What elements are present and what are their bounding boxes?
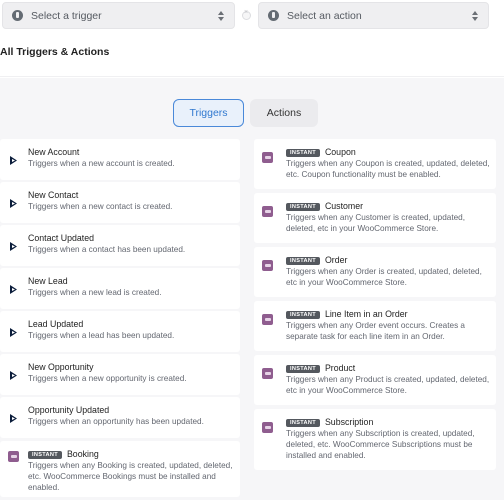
- woocommerce-icon: [262, 314, 273, 325]
- card-description: Triggers when a new opportunity is creat…: [28, 374, 187, 383]
- instant-badge: INSTANT: [286, 365, 320, 373]
- card-title-text: Line Item in an Order: [324, 309, 408, 319]
- card-title: INSTANT Order: [286, 255, 347, 265]
- card-title: New Contact: [28, 190, 79, 200]
- card-title-text: Order: [324, 255, 348, 265]
- trigger-card[interactable]: INSTANT Line Item in an Order Triggers wh…: [254, 301, 496, 351]
- card-title-text: Coupon: [324, 147, 356, 157]
- card-title: INSTANT Booking: [28, 449, 99, 459]
- card-title-text: Booking: [66, 449, 99, 459]
- trigger-card[interactable]: Contact Updated Triggers when a contact …: [0, 225, 240, 266]
- card-description: Triggers when a lead has been updated.: [28, 331, 175, 340]
- instant-badge: INSTANT: [286, 203, 320, 211]
- trigger-card[interactable]: New Account Triggers when a new account …: [0, 139, 240, 180]
- card-description: Triggers when an opportunity has been up…: [28, 417, 204, 426]
- woocommerce-icon: [262, 152, 273, 163]
- dynamics-icon: [10, 414, 17, 423]
- dynamics-icon: [10, 328, 17, 337]
- card-description: Triggers when any Customer is created, u…: [286, 213, 466, 233]
- woocommerce-icon: [8, 451, 19, 462]
- trigger-card[interactable]: INSTANT Coupon Triggers when any Coupon i…: [254, 139, 496, 189]
- card-description: Triggers when any Coupon is created, upd…: [286, 159, 490, 179]
- card-title-text: Product: [324, 363, 356, 373]
- card-description: Triggers when a contact has been updated…: [28, 245, 186, 254]
- card-description: Triggers when a new contact is created.: [28, 202, 173, 211]
- tab-actions[interactable]: Actions: [250, 99, 318, 127]
- divider: [0, 76, 504, 77]
- trigger-card[interactable]: INSTANT Product Triggers when any Product…: [254, 355, 496, 405]
- card-title: New Account: [28, 147, 80, 157]
- card-title: INSTANT Coupon: [286, 147, 356, 157]
- card-title: Opportunity Updated: [28, 405, 110, 415]
- instant-badge: INSTANT: [28, 451, 62, 459]
- card-description: Triggers when any Order event occurs. Cr…: [286, 321, 465, 341]
- action-select-placeholder: Select an action: [287, 9, 362, 22]
- card-description: Triggers when any Booking is created, up…: [28, 461, 233, 492]
- trigger-icon: [12, 10, 23, 21]
- dynamics-icon: [10, 371, 17, 380]
- dynamics-icon: [10, 242, 17, 251]
- card-title: New Lead: [28, 276, 68, 286]
- trigger-card[interactable]: Lead Updated Triggers when a lead has be…: [0, 311, 240, 352]
- instant-badge: INSTANT: [286, 257, 320, 265]
- card-title: INSTANT Product: [286, 363, 355, 373]
- instant-badge: INSTANT: [286, 149, 320, 157]
- dynamics-icon: [10, 285, 17, 294]
- card-title: New Opportunity: [28, 362, 94, 372]
- card-title: INSTANT Subscription: [286, 417, 373, 427]
- clear-icon[interactable]: [242, 9, 251, 20]
- woocommerce-icon: [262, 422, 273, 433]
- instant-badge: INSTANT: [286, 311, 320, 319]
- card-description: Triggers when a new account is created.: [28, 159, 175, 168]
- card-description: Triggers when any Subscription is create…: [286, 429, 475, 460]
- trigger-select[interactable]: Select a trigger: [2, 2, 235, 29]
- trigger-card[interactable]: INSTANT Customer Triggers when any Custom…: [254, 193, 496, 243]
- select-arrows-icon: [471, 10, 479, 21]
- trigger-card[interactable]: New Lead Triggers when a new lead is cre…: [0, 268, 240, 309]
- trigger-card[interactable]: Opportunity Updated Triggers when an opp…: [0, 397, 240, 438]
- trigger-card[interactable]: INSTANT Booking Triggers when any Booking…: [0, 441, 240, 497]
- instant-badge: INSTANT: [286, 419, 320, 427]
- woocommerce-icon: [262, 368, 273, 379]
- card-description: Triggers when any Product is created, up…: [286, 375, 490, 395]
- select-arrows-icon: [217, 10, 225, 21]
- section-heading: All Triggers & Actions: [0, 46, 110, 58]
- action-select[interactable]: Select an action: [258, 2, 489, 29]
- card-title: INSTANT Line Item in an Order: [286, 309, 408, 319]
- tab-triggers[interactable]: Triggers: [173, 99, 244, 127]
- card-title: Contact Updated: [28, 233, 95, 243]
- trigger-card[interactable]: New Contact Triggers when a new contact …: [0, 182, 240, 223]
- action-icon: [268, 10, 279, 21]
- card-description: Triggers when a new lead is created.: [28, 288, 162, 297]
- trigger-card[interactable]: INSTANT Subscription Triggers when any Su…: [254, 409, 496, 470]
- card-description: Triggers when any Order is created, upda…: [286, 267, 482, 287]
- dynamics-icon: [10, 199, 17, 208]
- woocommerce-icon: [262, 260, 273, 271]
- card-title-text: Subscription: [324, 417, 374, 427]
- card-title-text: Customer: [324, 201, 364, 211]
- dynamics-icon: [10, 156, 17, 165]
- trigger-card[interactable]: New Opportunity Triggers when a new oppo…: [0, 354, 240, 395]
- trigger-card[interactable]: INSTANT Order Triggers when any Order is …: [254, 247, 496, 297]
- card-title: Lead Updated: [28, 319, 84, 329]
- card-title: INSTANT Customer: [286, 201, 363, 211]
- woocommerce-icon: [262, 206, 273, 217]
- trigger-select-placeholder: Select a trigger: [31, 9, 102, 22]
